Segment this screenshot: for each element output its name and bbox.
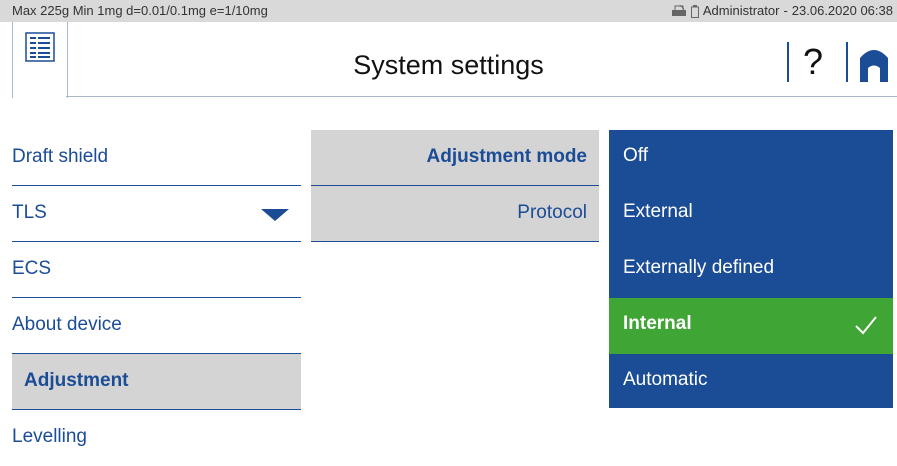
status-separator: - xyxy=(783,3,788,18)
option-label: External xyxy=(623,201,693,222)
help-icon: ? xyxy=(802,41,824,82)
status-bar: Max 225g Min 1mg d=0.01/0.1mg e=1/10mg A… xyxy=(0,0,897,22)
left-menu: Draft shield TLS ECS About device Adjust… xyxy=(12,130,301,466)
header-divider xyxy=(66,96,897,97)
checkmark-icon xyxy=(855,316,877,335)
options-panel: Off External Externally defined Internal… xyxy=(609,130,893,408)
dropdown-arrow-icon[interactable] xyxy=(261,209,289,221)
battery-icon xyxy=(690,4,699,18)
left-menu-label: ECS xyxy=(12,258,52,279)
option-off[interactable]: Off xyxy=(609,130,893,186)
user-name: Administrator xyxy=(702,3,780,18)
left-menu-label: Adjustment xyxy=(24,370,129,391)
home-icon[interactable] xyxy=(856,44,892,82)
datetime: 23.06.2020 06:38 xyxy=(791,3,893,18)
header-separator xyxy=(846,42,848,82)
middle-menu-label: Protocol xyxy=(517,202,587,223)
middle-menu-label: Adjustment mode xyxy=(426,146,587,167)
left-menu-item-draft-shield[interactable]: Draft shield xyxy=(12,130,301,186)
option-external[interactable]: External xyxy=(609,186,893,242)
left-menu-label: TLS xyxy=(12,202,47,223)
status-right: Administrator - 23.06.2020 06:38 xyxy=(671,0,893,22)
option-internal[interactable]: Internal xyxy=(609,298,893,354)
page-title: System settings xyxy=(353,50,544,80)
option-label: Externally defined xyxy=(623,257,775,278)
middle-menu: Adjustment mode Protocol xyxy=(311,130,599,242)
middle-menu-item-protocol[interactable]: Protocol xyxy=(311,186,599,242)
middle-menu-item-adjustment-mode[interactable]: Adjustment mode xyxy=(311,130,599,186)
left-menu-item-about-device[interactable]: About device xyxy=(12,298,301,354)
scale-info: Max 225g Min 1mg d=0.01/0.1mg e=1/10mg xyxy=(12,3,268,18)
left-menu-label: Draft shield xyxy=(12,146,109,167)
left-menu-item-adjustment[interactable]: Adjustment xyxy=(12,354,301,410)
left-menu-item-levelling[interactable]: Levelling xyxy=(12,410,301,466)
option-label: Off xyxy=(623,145,648,166)
left-menu-item-tls[interactable]: TLS xyxy=(12,186,301,242)
option-label: Automatic xyxy=(623,369,708,390)
printer-icon xyxy=(671,5,686,16)
left-menu-item-ecs[interactable]: ECS xyxy=(12,242,301,298)
option-externally-defined[interactable]: Externally defined xyxy=(609,242,893,298)
left-menu-label: Levelling xyxy=(12,426,87,447)
help-button[interactable]: ? xyxy=(789,38,837,86)
left-menu-label: About device xyxy=(12,314,122,335)
option-automatic[interactable]: Automatic xyxy=(609,354,893,410)
option-label: Internal xyxy=(623,313,692,334)
